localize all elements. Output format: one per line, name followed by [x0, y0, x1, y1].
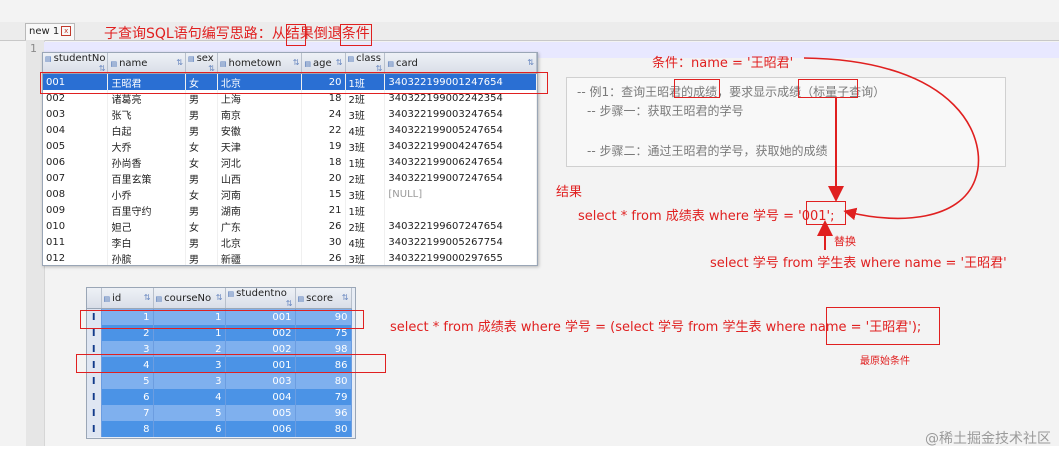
arrow-curve-condition — [803, 57, 980, 221]
annotation-arrows — [803, 57, 980, 250]
